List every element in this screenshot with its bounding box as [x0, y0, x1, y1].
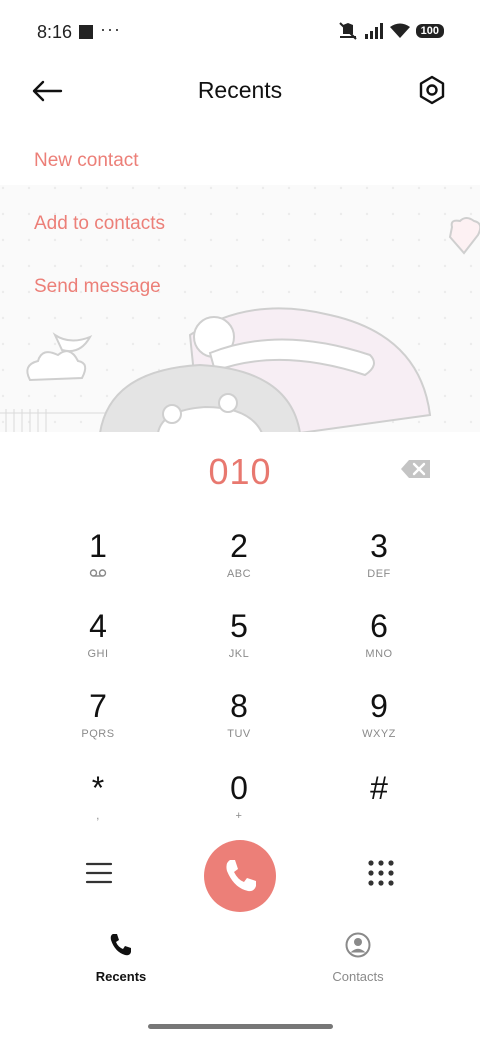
key-digit: 8: [230, 688, 248, 724]
key-letters: MNO: [365, 648, 393, 660]
status-time: 8:16: [37, 22, 73, 42]
phone-icon: [226, 860, 256, 892]
dialpad-panel: 010 1 2 ABC 3 DEF 4 GHI 5 JKL 6 MNO 7 PQ…: [0, 432, 480, 1039]
tab-recents[interactable]: Recents: [61, 932, 181, 984]
key-digit: 5: [230, 608, 248, 644]
status-bar: 8:16 ··· 100: [0, 0, 480, 64]
key-letters: ABC: [226, 568, 252, 580]
dialpad-toggle-icon[interactable]: [366, 858, 396, 888]
key-digit: #: [370, 770, 388, 806]
key-6[interactable]: 6 MNO: [319, 608, 439, 678]
key-4[interactable]: 4 GHI: [38, 608, 158, 678]
key-3[interactable]: 3 DEF: [319, 528, 439, 598]
key-digit: 0: [230, 770, 248, 806]
app-header: Recents: [0, 64, 480, 120]
tab-label: Contacts: [332, 969, 384, 984]
key-digit: 9: [370, 688, 388, 724]
key-letters: TUV: [227, 728, 251, 740]
key-5[interactable]: 5 JKL: [179, 608, 299, 678]
key-digit: *: [91, 770, 105, 806]
voicemail-icon: [89, 569, 107, 577]
contacts-icon: [345, 932, 371, 958]
new-contact-link[interactable]: New contact: [34, 150, 139, 172]
key-8[interactable]: 8 TUV: [179, 688, 299, 758]
key-digit: 2: [230, 528, 248, 564]
key-9[interactable]: 9 WXYZ: [319, 688, 439, 758]
home-indicator[interactable]: [148, 1024, 333, 1029]
phone-icon: [110, 934, 131, 956]
more-notifications-icon: ···: [100, 19, 121, 39]
key-letters: DEF: [367, 568, 391, 580]
key-7[interactable]: 7 PQRS: [38, 688, 158, 758]
key-digit: 3: [370, 528, 388, 564]
key-letters: +: [235, 810, 243, 822]
notification-icon: [79, 25, 93, 39]
add-to-contacts-link[interactable]: Add to contacts: [34, 213, 165, 235]
key-letters: JKL: [228, 648, 250, 660]
key-digit: 1: [89, 528, 107, 564]
key-2[interactable]: 2 ABC: [179, 528, 299, 598]
key-1[interactable]: 1: [38, 528, 158, 598]
key-star[interactable]: * ,: [38, 770, 158, 840]
settings-icon[interactable]: [416, 74, 448, 106]
signal-icon: [364, 23, 383, 39]
status-icons: 100: [338, 22, 444, 40]
key-0[interactable]: 0 +: [179, 770, 299, 840]
tab-label: Recents: [95, 969, 147, 984]
call-button[interactable]: [204, 840, 276, 912]
key-letters: GHI: [87, 648, 109, 660]
battery-icon: 100: [415, 24, 444, 38]
key-digit: 4: [89, 608, 107, 644]
wifi-icon: [389, 23, 410, 38]
key-letters: WXYZ: [362, 728, 396, 740]
send-message-link[interactable]: Send message: [34, 276, 161, 298]
menu-icon[interactable]: [84, 860, 114, 886]
key-letters: PQRS: [81, 728, 115, 740]
backspace-icon[interactable]: [400, 458, 432, 480]
key-digit: 7: [89, 688, 107, 724]
key-letters: ,: [96, 810, 100, 822]
vibrate-off-icon: [338, 22, 357, 40]
page-title: Recents: [197, 77, 283, 103]
tab-contacts[interactable]: Contacts: [298, 932, 418, 984]
key-hash[interactable]: #: [319, 770, 439, 840]
key-digit: 6: [370, 608, 388, 644]
